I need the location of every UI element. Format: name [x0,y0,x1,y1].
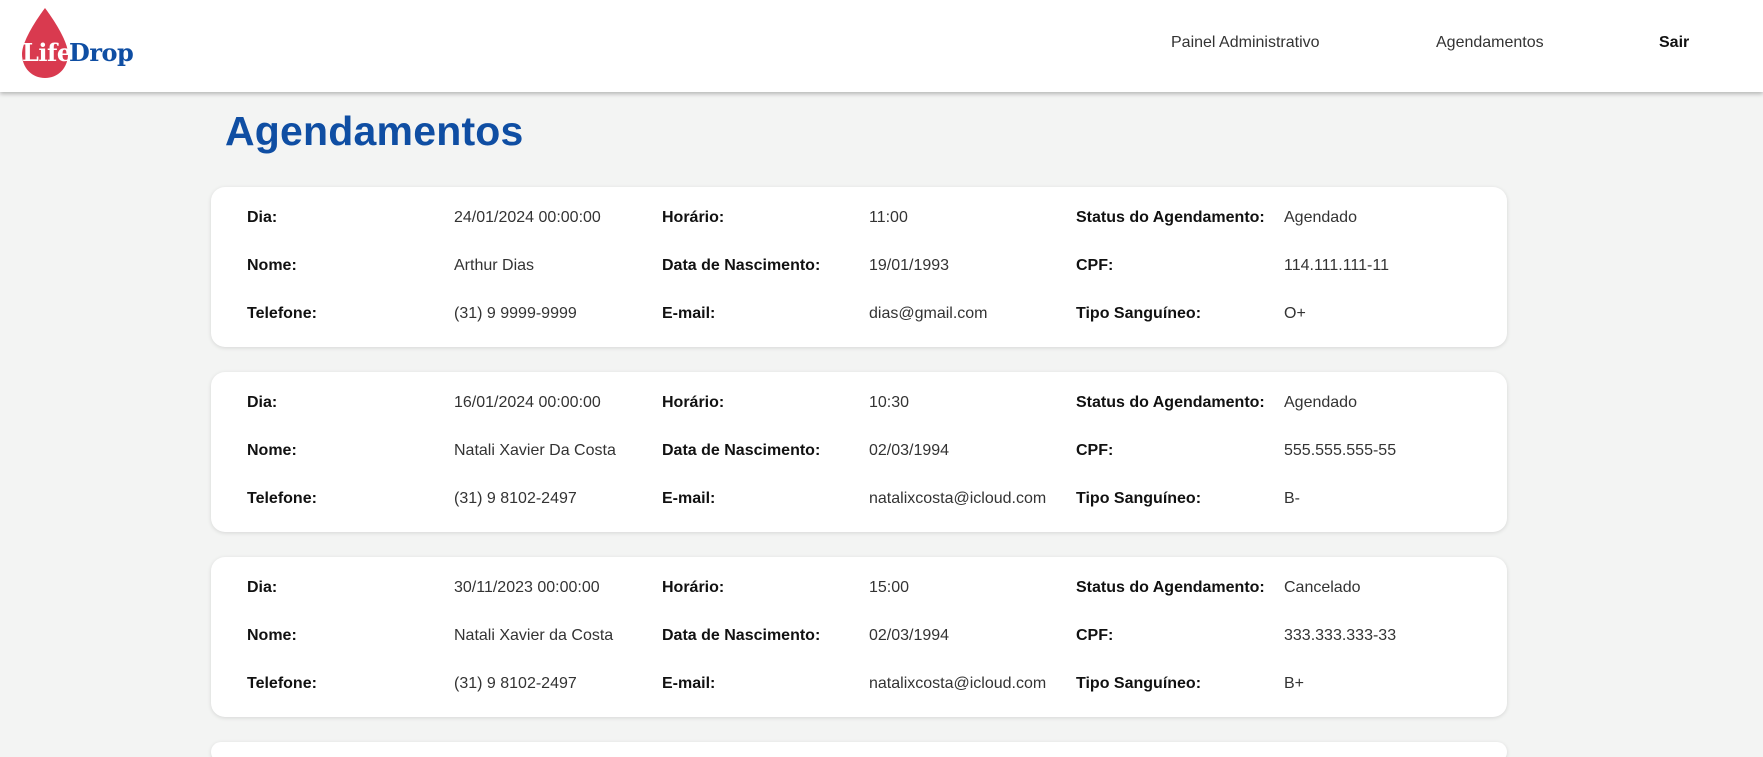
label-dia: Dia: [247,394,278,411]
value-email: natalixcosta@icloud.com [869,490,1047,507]
label-status: Status do Agendamento: [1076,579,1265,596]
label-status: Status do Agendamento: [1076,394,1265,411]
value-telefone: (31) 9 8102-2497 [454,675,577,692]
top-navbar: Life Drop Painel Administrativo Agendame… [0,0,1763,92]
label-tipo-sanguineo: Tipo Sanguíneo: [1076,675,1202,692]
value-nome: Natali Xavier Da Costa [454,442,616,459]
label-nome: Nome: [247,442,297,459]
appointment-card: Dia: 30/11/2023 00:00:00 Horário: 15:00 … [211,557,1507,717]
label-cpf: CPF: [1076,627,1114,644]
value-dia: 24/01/2024 00:00:00 [454,209,601,226]
label-dia: Dia: [247,579,278,596]
label-tipo-sanguineo: Tipo Sanguíneo: [1076,305,1202,322]
label-status: Status do Agendamento: [1076,209,1265,226]
value-email: natalixcosta@icloud.com [869,675,1047,692]
label-horario: Horário: [662,579,725,596]
label-telefone: Telefone: [247,490,317,507]
nav-sair[interactable]: Sair [1659,34,1689,52]
logo-text-drop: Drop [69,38,134,67]
label-nascimento: Data de Nascimento: [662,442,821,459]
label-telefone: Telefone: [247,305,317,322]
label-horario: Horário: [662,394,725,411]
label-telefone: Telefone: [247,675,317,692]
label-tipo-sanguineo: Tipo Sanguíneo: [1076,490,1202,507]
value-cpf: 333.333.333-33 [1284,627,1397,644]
value-horario: 11:00 [869,209,908,226]
label-email: E-mail: [662,490,716,507]
appointment-card-partial [211,742,1507,757]
value-tipo-sanguineo: B+ [1284,675,1305,692]
value-nome: Natali Xavier da Costa [454,627,614,644]
page-title: Agendamentos [225,108,524,154]
label-horario: Horário: [662,209,725,226]
value-horario: 15:00 [869,579,910,596]
nav-painel-administrativo[interactable]: Painel Administrativo [1171,34,1320,52]
label-nome: Nome: [247,627,297,644]
value-nome: Arthur Dias [454,257,535,274]
label-cpf: CPF: [1076,257,1114,274]
label-nascimento: Data de Nascimento: [662,627,821,644]
value-dia: 16/01/2024 00:00:00 [454,394,601,411]
nav-agendamentos[interactable]: Agendamentos [1436,34,1544,52]
value-nascimento: 02/03/1994 [869,627,950,644]
value-status: Cancelado [1284,579,1361,596]
appointment-card: Dia: 16/01/2024 00:00:00 Horário: 10:30 … [211,372,1507,532]
label-email: E-mail: [662,675,716,692]
value-cpf: 555.555.555-55 [1284,442,1397,459]
value-tipo-sanguineo: O+ [1284,305,1306,322]
value-telefone: (31) 9 9999-9999 [454,305,577,322]
value-tipo-sanguineo: B- [1284,490,1300,507]
value-telefone: (31) 9 8102-2497 [454,490,577,507]
label-dia: Dia: [247,209,278,226]
value-horario: 10:30 [869,394,910,411]
appointment-card: Dia: 24/01/2024 00:00:00 Horário: 11:00 … [211,187,1507,347]
value-cpf: 114.111.111-11 [1284,257,1389,274]
value-status: Agendado [1284,209,1357,226]
value-status: Agendado [1284,394,1357,411]
label-nascimento: Data de Nascimento: [662,257,821,274]
value-nascimento: 02/03/1994 [869,442,950,459]
label-nome: Nome: [247,257,297,274]
label-cpf: CPF: [1076,442,1114,459]
value-nascimento: 19/01/1993 [869,257,950,274]
label-email: E-mail: [662,305,716,322]
lifedrop-logo[interactable]: Life Drop [20,8,140,80]
logo-text-life: Life [22,38,72,67]
value-dia: 30/11/2023 00:00:00 [454,579,600,596]
value-email: dias@gmail.com [869,305,988,322]
